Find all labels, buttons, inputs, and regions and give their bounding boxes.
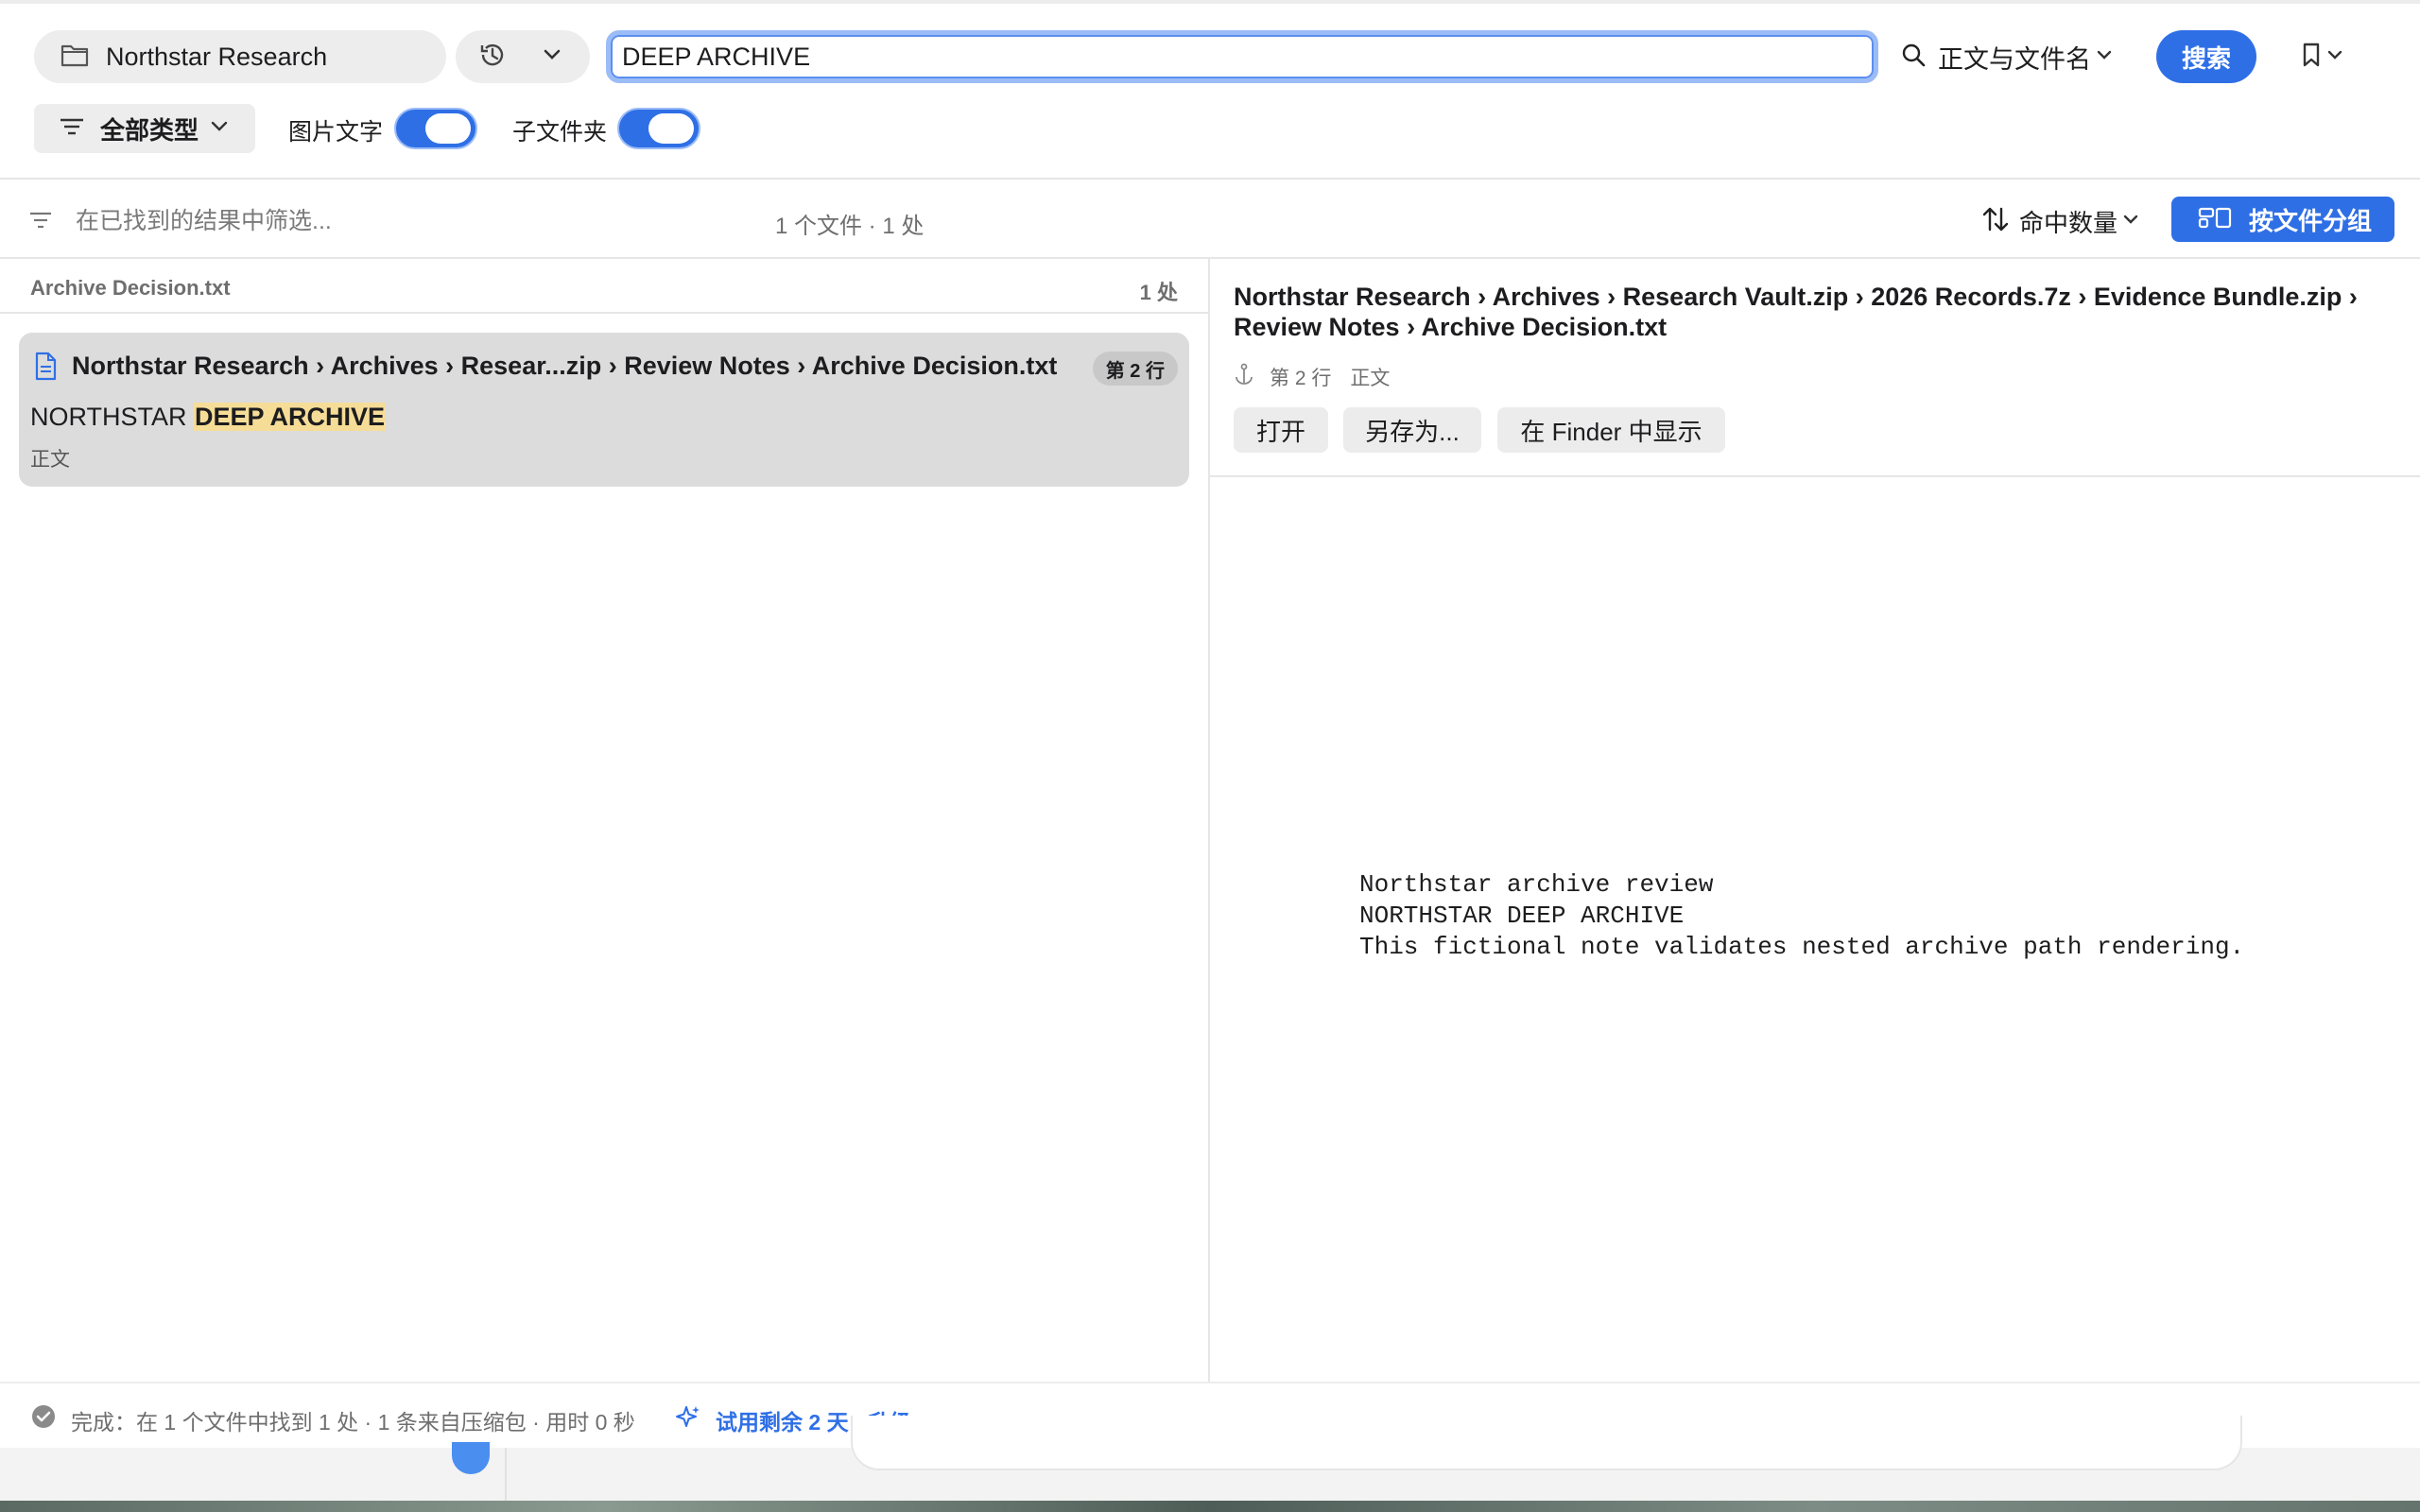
anchor-icon — [1234, 363, 1254, 391]
search-input[interactable] — [622, 42, 1874, 72]
search-icon — [1900, 42, 1927, 73]
group-by-file-button[interactable]: 按文件分组 — [2171, 197, 2394, 242]
toolbar-divider — [0, 178, 2420, 180]
document-icon — [32, 352, 59, 387]
group-by-file-label: 按文件分组 — [2249, 206, 2373, 235]
sort-label: 命中数量 — [2019, 208, 2118, 237]
detail-meta: 第 2 行 正文 — [1234, 363, 1390, 391]
detail-header-divider — [1210, 475, 2420, 477]
chevron-down-icon — [2327, 48, 2342, 65]
image-text-label: 图片文字 — [288, 119, 384, 146]
open-button[interactable]: 打开 — [1234, 407, 1328, 453]
file-preview: Northstar archive review NORTHSTAR DEEP … — [1359, 870, 2245, 961]
result-snippet: NORTHSTAR DEEP ARCHIVE — [30, 403, 387, 432]
result-item[interactable]: Northstar Research › Archives › Resear..… — [19, 333, 1189, 487]
saved-searches-button[interactable] — [2301, 40, 2342, 74]
result-group-hits: 1 处 — [1139, 281, 1178, 304]
window-top-edge — [0, 0, 2420, 4]
folder-icon — [60, 43, 89, 72]
sort-arrows-icon — [1981, 205, 2010, 238]
match-highlight: DEEP ARCHIVE — [194, 403, 387, 431]
search-scope-dropdown[interactable]: 正文与文件名 — [1900, 36, 2112, 77]
line-number-badge: 第 2 行 — [1092, 352, 1178, 386]
filter-lines-icon — [59, 116, 85, 142]
toggle-knob — [425, 113, 471, 144]
history-icon — [478, 41, 507, 74]
reveal-in-finder-button[interactable]: 在 Finder 中显示 — [1497, 407, 1725, 453]
chevron-down-icon[interactable] — [543, 48, 562, 66]
detail-kind: 正文 — [1350, 368, 1391, 389]
image-text-toggle[interactable] — [394, 108, 477, 149]
detail-path: Northstar Research › Archives › Research… — [1234, 283, 2358, 341]
check-circle-icon — [31, 1404, 56, 1434]
save-as-button[interactable]: 另存为... — [1343, 407, 1481, 453]
result-kind: 正文 — [30, 449, 70, 471]
result-filter-input[interactable] — [76, 202, 643, 240]
file-type-label: 全部类型 — [100, 115, 199, 145]
background-divider — [505, 1448, 507, 1501]
folder-name: Northstar Research — [106, 42, 328, 71]
result-group-file: Archive Decision.txt — [30, 276, 231, 300]
folder-picker-button[interactable]: Northstar Research — [34, 30, 446, 83]
group-icon — [2198, 206, 2232, 233]
result-path: Northstar Research › Archives › Resear..… — [72, 352, 1058, 380]
group-header-divider — [0, 312, 1208, 314]
pane-divider[interactable] — [1208, 259, 1210, 1382]
background-field — [851, 1416, 2242, 1470]
search-field[interactable] — [606, 30, 1878, 83]
bookmark-icon — [2301, 42, 2322, 73]
desktop-wallpaper — [0, 1501, 2420, 1512]
detail-line: 第 2 行 — [1270, 368, 1332, 389]
chevron-down-icon — [2097, 48, 2112, 65]
sort-dropdown[interactable]: 命中数量 — [1981, 202, 2138, 240]
status-message: 完成：在 1 个文件中找到 1 处 · 1 条来自压缩包 · 用时 0 秒 — [71, 1410, 635, 1435]
sparkle-icon — [675, 1404, 701, 1435]
snippet-text: NORTHSTAR — [30, 403, 195, 431]
filter-icon — [28, 210, 53, 235]
subfolder-toggle[interactable] — [617, 108, 700, 149]
search-scope-label: 正文与文件名 — [1938, 44, 2091, 74]
subfolder-label: 子文件夹 — [512, 119, 608, 146]
chevron-down-icon — [210, 120, 229, 138]
history-button[interactable] — [456, 30, 590, 83]
chevron-down-icon — [2123, 213, 2138, 230]
search-button[interactable]: 搜索 — [2156, 30, 2256, 83]
toggle-knob — [648, 113, 694, 144]
result-group-header[interactable]: Archive Decision.txt 1 处 — [0, 259, 1208, 314]
file-type-dropdown[interactable]: 全部类型 — [34, 104, 255, 153]
app-window: Northstar Research 正文与文件名 搜索 — [0, 0, 2420, 1503]
result-count: 1 个文件 · 1 处 — [775, 214, 925, 239]
